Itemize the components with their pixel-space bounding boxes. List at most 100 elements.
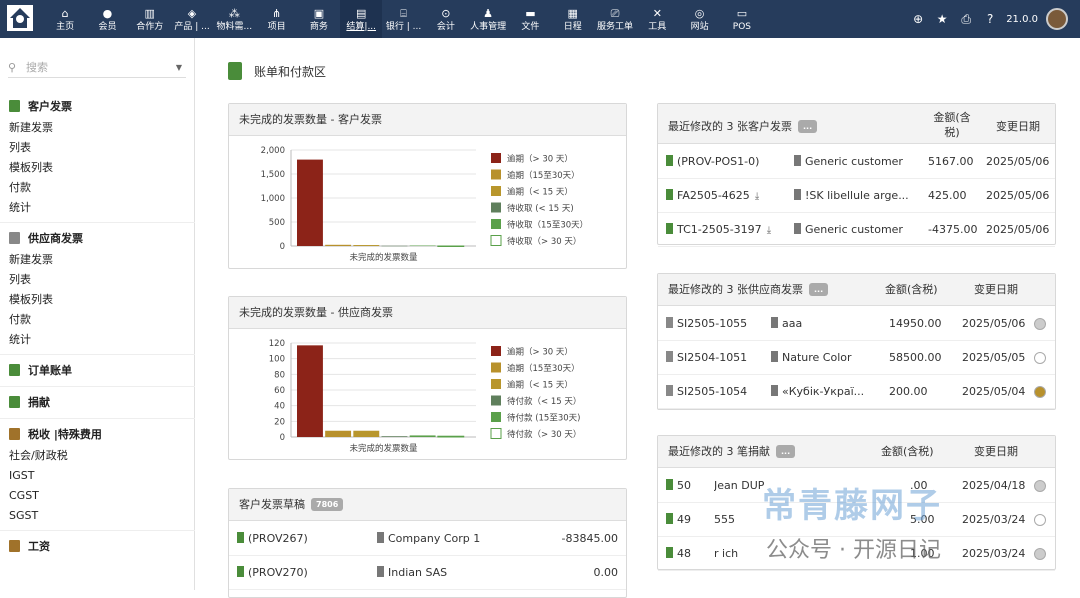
donation-ref-link[interactable]: 48 [666, 537, 691, 571]
user-avatar[interactable] [1046, 8, 1068, 30]
sidebar-item-igst[interactable]: IGST [9, 466, 186, 486]
nav-item-12[interactable]: ▦ 日程 [552, 0, 594, 38]
sidebar-item-statistics[interactable]: 统计 [9, 198, 186, 218]
bar[interactable] [325, 430, 352, 437]
legend-label: 待付款（> 30 天） [507, 429, 581, 440]
customer-invoices-title[interactable]: 客户发票 [9, 96, 186, 118]
invoice-ref-link[interactable]: (PROV270) [237, 556, 308, 590]
box-header: 最近修改的 3 笔捐献... 金额(含税) 变更日期 [658, 436, 1055, 468]
tax-title[interactable]: 税收 |特殊费用 [9, 424, 186, 446]
nav-item-14[interactable]: ✕ 工具 [636, 0, 678, 38]
nav-item-7[interactable]: ▤ 结算|... [340, 0, 383, 38]
sidebar-item-template-list[interactable]: 模板列表 [9, 158, 186, 178]
order-billing-title[interactable]: 订单账单 [9, 360, 186, 382]
invoice-ref-link[interactable]: FA2505-4625 ⤓ [666, 179, 759, 214]
bar[interactable] [381, 245, 408, 247]
donation-ref-link[interactable]: 50 [666, 469, 691, 503]
company-link[interactable]: Nature Color [771, 341, 852, 375]
sidebar-item-supplier-payments[interactable]: 付款 [9, 310, 186, 330]
plus-circle-icon[interactable]: ⊕ [910, 12, 926, 26]
sidebar-item-supplier-list[interactable]: 列表 [9, 270, 186, 290]
company-link[interactable]: aaa [771, 307, 802, 341]
sidebar-item-social-tax[interactable]: 社会/财政税 [9, 446, 186, 466]
company-link[interactable]: «Кубік-Украї... [771, 375, 864, 409]
bar[interactable] [353, 245, 380, 246]
bar[interactable] [297, 159, 323, 246]
invoice-ref-link[interactable]: (PROV-POS1-0) [666, 145, 759, 179]
bar[interactable] [437, 245, 465, 247]
table-row[interactable]: (PROV-POS1-0) Generic customer 5167.00 2025… [658, 145, 1055, 179]
donation-ref-link[interactable]: 49 [666, 503, 691, 537]
company-link[interactable]: Indian SAS [377, 556, 447, 590]
bar[interactable] [437, 435, 465, 438]
bar[interactable] [381, 436, 408, 437]
table-row[interactable]: (PROV270) Indian SAS 0.00 [229, 556, 626, 590]
salary-title[interactable]: 工资 [9, 536, 186, 558]
sidebar-item-list[interactable]: 列表 [9, 138, 186, 158]
invoice-ref-link[interactable]: SI2505-1055 [666, 307, 747, 341]
nav-item-5[interactable]: ⋔ 项目 [255, 0, 297, 38]
nav-item-label: 会员 [98, 22, 117, 32]
col-date: 变更日期 [974, 445, 1018, 458]
help-icon[interactable]: ? [982, 12, 998, 26]
search-input[interactable]: ⚲ 搜索 ▼ [8, 58, 186, 78]
y-tick-label: 500 [269, 218, 285, 228]
nav-item-15[interactable]: ◎ 网站 [678, 0, 720, 38]
donations-title[interactable]: 捐献 [9, 392, 186, 414]
company-link[interactable]: Generic customer [794, 213, 903, 247]
sidebar-item-payments[interactable]: 付款 [9, 178, 186, 198]
sidebar-item-supplier-statistics[interactable]: 统计 [9, 330, 186, 350]
print-icon[interactable]: ⎙ [958, 12, 974, 27]
nav-item-2[interactable]: ▥ 合作方 [129, 0, 171, 38]
date: 2025/03/24 [962, 547, 1026, 560]
invoice-ref-link[interactable]: TC1-2505-3197 ⤓ [666, 213, 771, 248]
sidebar-item-cgst[interactable]: CGST [9, 486, 186, 506]
nav-item-0[interactable]: ⌂ 主页 [44, 0, 86, 38]
table-row[interactable]: SI2504-1051 Nature Color 58500.00 2025/05/0… [658, 341, 1055, 375]
chevron-down-icon[interactable]: ▼ [176, 58, 182, 78]
table-row[interactable]: (PROV267) Company Corp 1 -83845.00 [229, 522, 626, 556]
company-link[interactable]: Generic customer [794, 145, 903, 179]
nav-item-6[interactable]: ▣ 商务 [298, 0, 340, 38]
nav-item-11[interactable]: ▬ 文件 [509, 0, 551, 38]
nav-item-3[interactable]: ◈ 产品 | ... [171, 0, 213, 38]
nav-item-16[interactable]: ▭ POS [721, 0, 763, 38]
sidebar-item-new-supplier-invoice[interactable]: 新建发票 [9, 250, 186, 270]
sidebar-item-sgst[interactable]: SGST [9, 506, 186, 526]
invoice-icon [666, 189, 673, 200]
invoice-ref-link[interactable]: SI2505-1054 [666, 375, 747, 409]
left-sidebar: ⚲ 搜索 ▼ 客户发票 新建发票 列表 模板列表 付款 统计 供应商发票 新建发… [0, 38, 195, 590]
more-button[interactable]: ... [809, 283, 829, 296]
nav-item-1[interactable]: ● 会员 [86, 0, 128, 38]
more-button[interactable]: ... [776, 445, 796, 458]
sidebar-item-supplier-template-list[interactable]: 模板列表 [9, 290, 186, 310]
dolibarr-logo[interactable] [6, 4, 34, 32]
table-row[interactable]: SI2505-1054 «Кубік-Украї... 200.00 2025/05/… [658, 375, 1055, 409]
nav-item-8[interactable]: ⌸ 银行 | ... [382, 0, 424, 38]
company-link[interactable]: Company Corp 1 [377, 522, 480, 556]
download-icon[interactable]: ⤓ [767, 214, 771, 248]
company-link[interactable]: !SK libellule arge... [794, 179, 909, 213]
nav-item-13[interactable]: ⎚ 服务工单 [594, 0, 636, 38]
legend-label: 逾期（< 15 天） [507, 187, 573, 198]
bar[interactable] [325, 244, 352, 246]
nav-item-4[interactable]: ⁂ 物料需... [213, 0, 255, 38]
bar[interactable] [409, 245, 436, 247]
invoice-ref-link[interactable]: (PROV267) [237, 522, 308, 556]
sidebar-item-new-invoice[interactable]: 新建发票 [9, 118, 186, 138]
nav-item-9[interactable]: ⊙ 会计 [425, 0, 467, 38]
supplier-invoices-title[interactable]: 供应商发票 [9, 228, 186, 250]
more-button[interactable]: ... [798, 120, 818, 133]
table-row[interactable]: FA2505-4625 ⤓ !SK libellule arge... 425.00 2… [658, 179, 1055, 213]
table-row[interactable]: SI2505-1055 aaa 14950.00 2025/05/06 [658, 307, 1055, 341]
nav-item-10[interactable]: ♟ 人事管理 [467, 0, 509, 38]
bar[interactable] [353, 430, 380, 437]
table-row[interactable]: TC1-2505-3197 ⤓ Generic customer -4375.00 20… [658, 213, 1055, 247]
legend-swatch [491, 186, 501, 196]
star-icon[interactable]: ★ [934, 12, 950, 26]
bar[interactable] [297, 345, 323, 437]
invoice-ref-link[interactable]: SI2504-1051 [666, 341, 747, 375]
briefcase-icon: ▣ [313, 7, 325, 20]
bar[interactable] [409, 435, 436, 437]
download-icon[interactable]: ⤓ [755, 180, 759, 214]
